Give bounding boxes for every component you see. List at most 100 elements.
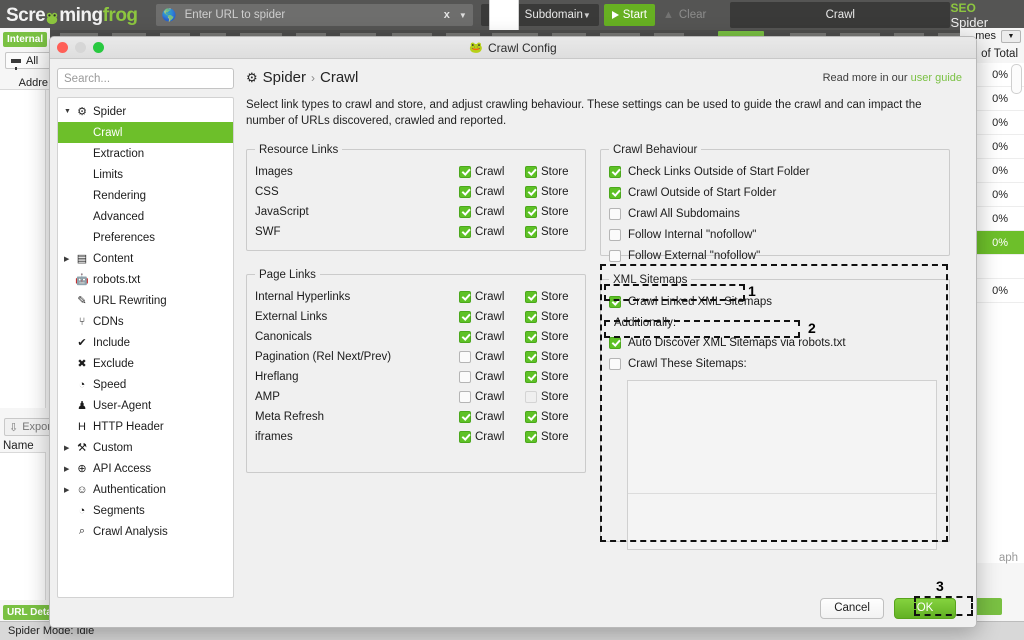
sidebar-item-crawl[interactable]: Crawl [58,122,233,143]
start-button[interactable]: Start [603,4,655,26]
crawl-these-sitemaps-checkbox[interactable] [609,358,621,371]
crawl-these-sitemaps-row[interactable]: Crawl These Sitemaps: [609,354,941,375]
sidebar-item-limits[interactable]: Limits [58,164,233,185]
sidebar-item-exclude[interactable]: ✖ Exclude [58,353,233,374]
crawl-behaviour-row[interactable]: Crawl Outside of Start Folder [609,183,941,204]
crawl-checkbox[interactable] [459,225,471,238]
sidebar-item-advanced[interactable]: Advanced [58,206,233,227]
maximize-window-icon[interactable] [93,42,104,53]
sidebar-item-user-agent[interactable]: ♟ User-Agent [58,395,233,416]
crawl-behaviour-checkbox[interactable] [609,229,621,242]
store-checkbox[interactable] [525,185,537,198]
crawl-toggle[interactable]: Crawl [459,330,525,343]
crawl-checkbox[interactable] [459,165,471,178]
crawl-toggle[interactable]: Crawl [459,205,525,218]
crawl-toggle[interactable]: Crawl [459,185,525,198]
crawl-checkbox[interactable] [459,310,471,323]
sidebar-item-extraction[interactable]: Extraction [58,143,233,164]
crawl-checkbox[interactable] [459,390,471,403]
sidebar-item-crawl-analysis[interactable]: ⌕ Crawl Analysis [58,521,233,542]
store-toggle[interactable]: Store [525,390,577,403]
chevron-down-icon[interactable]: ▼ [583,11,591,20]
sidebar-item-segments[interactable]: ◔ Segments [58,500,233,521]
tree-toggle-arrow[interactable]: ▶ [64,465,74,473]
store-toggle[interactable]: Store [525,430,577,443]
crawl-checkbox[interactable] [459,370,471,383]
store-toggle[interactable]: Store [525,410,577,423]
clear-url-icon[interactable]: x [444,9,450,21]
user-guide-link[interactable]: user guide [911,72,962,84]
auto-discover-sitemaps-checkbox[interactable] [609,337,621,350]
window-controls[interactable] [57,42,104,53]
sidebar-item-preferences[interactable]: Preferences [58,227,233,248]
crawl-behaviour-checkbox[interactable] [609,208,621,221]
sidebar-item-cdns[interactable]: ⑂ CDNs [58,311,233,332]
store-toggle[interactable]: Store [525,330,577,343]
tree-toggle-arrow[interactable]: ▼ [64,108,74,115]
store-toggle[interactable]: Store [525,165,577,178]
crawl-behaviour-row[interactable]: Follow External "nofollow" [609,246,941,267]
crawl-toggle[interactable]: Crawl [459,310,525,323]
store-checkbox[interactable] [525,370,537,383]
url-input[interactable]: 🌎 Enter URL to spider x ▼ [155,4,473,26]
tree-toggle-arrow[interactable]: ▶ [64,255,74,263]
crawl-checkbox[interactable] [459,330,471,343]
sidebar-item-custom[interactable]: ▶ ⚒ Custom [58,437,233,458]
crawl-toggle[interactable]: Crawl [459,290,525,303]
crawl-toggle[interactable]: Crawl [459,225,525,238]
store-checkbox[interactable] [525,390,537,403]
store-toggle[interactable]: Store [525,225,577,238]
crawl-behaviour-row[interactable]: Check Links Outside of Start Folder [609,162,941,183]
sidebar-item-url-rewriting[interactable]: ✎ URL Rewriting [58,290,233,311]
crawl-toggle[interactable]: Crawl [459,410,525,423]
right-panel-dropdown[interactable]: ▼ [1001,30,1021,43]
crawl-behaviour-checkbox[interactable] [609,187,621,200]
store-toggle[interactable]: Store [525,185,577,198]
url-details-tab[interactable]: URL Deta [3,605,56,620]
store-toggle[interactable]: Store [525,290,577,303]
crawl-behaviour-checkbox[interactable] [609,250,621,263]
crawl-linked-xml-sitemaps-row[interactable]: Crawl Linked XML Sitemaps [609,292,941,313]
crawl-toggle[interactable]: Crawl [459,430,525,443]
internal-tab-badge[interactable]: Internal [3,32,48,47]
store-checkbox[interactable] [525,430,537,443]
store-toggle[interactable]: Store [525,205,577,218]
sidebar-item-robots-txt[interactable]: 🤖 robots.txt [58,269,233,290]
store-checkbox[interactable] [525,225,537,238]
ok-button[interactable]: OK [894,597,956,619]
store-checkbox[interactable] [525,350,537,363]
export-button[interactable]: ⇩ Expor [4,418,52,436]
right-panel-scrollbar-thumb[interactable] [1011,64,1022,94]
crawl-checkbox[interactable] [459,205,471,218]
crawl-toggle[interactable]: Crawl [459,165,525,178]
crawl-linked-xml-sitemaps-checkbox[interactable] [609,296,621,309]
results-table-body[interactable] [0,90,46,408]
crawl-mode-select[interactable]: Subdomain ▼ [480,0,599,270]
url-history-chevron-down-icon[interactable]: ▼ [459,11,467,20]
crawl-toggle[interactable]: Crawl [459,350,525,363]
crawl-checkbox[interactable] [459,410,471,423]
close-window-icon[interactable] [57,42,68,53]
store-checkbox[interactable] [525,290,537,303]
store-checkbox[interactable] [525,165,537,178]
store-toggle[interactable]: Store [525,370,577,383]
sidebar-item-rendering[interactable]: Rendering [58,185,233,206]
breadcrumb-root[interactable]: Spider [263,69,306,86]
crawl-behaviour-row[interactable]: Follow Internal "nofollow" [609,225,941,246]
sidebar-item-authentication[interactable]: ▶ ☺ Authentication [58,479,233,500]
tree-toggle-arrow[interactable]: ▶ [64,486,74,494]
crawl-checkbox[interactable] [459,350,471,363]
sidebar-item-http-header[interactable]: H HTTP Header [58,416,233,437]
sidebar-item-speed[interactable]: ◔ Speed [58,374,233,395]
sidebar-item-spider[interactable]: ▼ ⚙ Spider [58,101,233,122]
crawl-tab[interactable]: Crawl [730,2,951,28]
crawl-checkbox[interactable] [459,290,471,303]
clear-button[interactable]: ▲ Clear [663,4,720,26]
crawl-checkbox[interactable] [459,430,471,443]
details-table-body[interactable] [0,452,46,600]
store-checkbox[interactable] [525,310,537,323]
store-checkbox[interactable] [525,410,537,423]
minimize-window-icon[interactable] [75,42,86,53]
sidebar-item-content[interactable]: ▶ ▤ Content [58,248,233,269]
store-checkbox[interactable] [525,205,537,218]
